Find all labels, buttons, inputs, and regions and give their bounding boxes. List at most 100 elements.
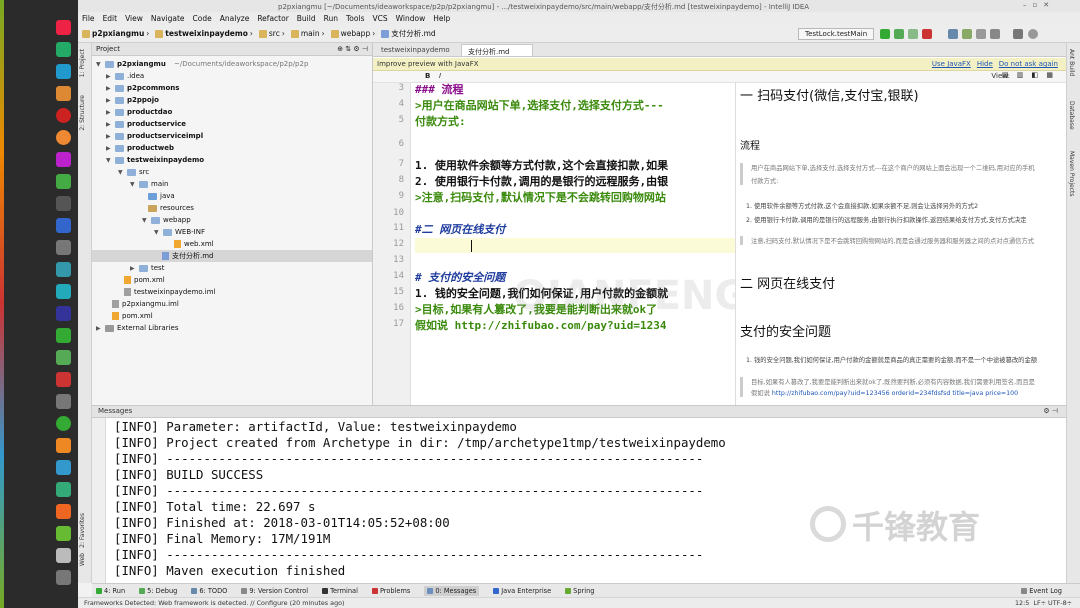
markdown-source[interactable]: ### 流程 >用户在商品网站下单,选择支付,选择支付方式--- 付款方式: 1… [415,83,735,405]
file-encoding[interactable]: LF÷ UTF-8÷ [1033,599,1072,607]
vcs-commit-icon[interactable] [962,29,972,39]
use-javafx-link[interactable]: Use JavaFX [932,60,971,68]
app-icon[interactable] [56,64,71,79]
tree-item[interactable]: resources [148,202,194,214]
expand-arrow-icon[interactable]: ▶ [130,265,136,272]
app-icon[interactable] [56,460,71,475]
menu-vcs[interactable]: VCS [372,14,387,23]
tab-zhifu-md[interactable]: 支付分析.md [461,44,533,56]
tree-item[interactable]: ▶ productserviceimpl [106,130,203,142]
app-icon[interactable] [56,482,71,497]
view-mode-icons[interactable]: ▤ ▥ ◧ ▦ [1002,71,1056,79]
expand-arrow-icon[interactable]: ▼ [130,181,136,188]
app-icon[interactable] [56,284,71,299]
app-icon[interactable] [56,262,71,277]
expand-arrow-icon[interactable]: ▶ [106,145,112,152]
history-icon[interactable] [976,29,986,39]
app-icon[interactable] [56,548,71,563]
app-icon[interactable] [56,130,71,145]
expand-arrow-icon[interactable]: ▶ [106,97,112,104]
menu-window[interactable]: Window [396,14,426,23]
caret-position[interactable]: 12:5 [1015,599,1029,607]
tool-tab-project[interactable]: 1: Project [79,49,86,77]
tool-messages[interactable]: 0: Messages [424,585,480,596]
app-icon[interactable] [56,152,71,167]
tree-item[interactable]: testweixinpaydemo.iml [124,286,215,298]
menu-run[interactable]: Run [324,14,338,23]
expand-arrow-icon[interactable]: ▼ [118,169,124,176]
tree-item[interactable]: pom.xml [124,274,165,286]
expand-arrow-icon[interactable]: ▶ [106,109,112,116]
expand-arrow-icon[interactable]: ▼ [142,217,148,224]
project-panel-title[interactable]: Project [96,45,120,53]
breadcrumb-item[interactable]: p2pxiangmu › [82,29,149,38]
trash-icon[interactable] [56,570,71,585]
tree-item[interactable]: p2pxiangmu.iml [112,298,179,310]
tree-item[interactable]: ▼ WEB-INF [154,226,205,238]
tool-debug[interactable]: 5: Debug [139,587,177,595]
app-icon[interactable] [56,20,71,35]
app-icon[interactable] [56,438,71,453]
expand-arrow-icon[interactable]: ▼ [96,61,102,68]
tree-item[interactable]: ▶ productweb [106,142,174,154]
app-icon[interactable] [56,86,71,101]
app-icon[interactable] [56,526,71,541]
expand-arrow-icon[interactable]: ▶ [106,73,112,80]
tool-tab-web[interactable]: Web [79,553,86,566]
tool-problems[interactable]: Problems [371,587,410,595]
app-icon[interactable] [56,416,71,431]
app-icon[interactable] [56,306,71,321]
breadcrumb-item[interactable]: src › [258,29,285,38]
app-icon[interactable] [56,218,71,233]
tree-item[interactable]: ▶ test [130,262,164,274]
text-editor-icon[interactable] [56,394,71,409]
tool-run[interactable]: 4: Run [96,587,125,595]
menu-refactor[interactable]: Refactor [257,14,288,23]
tool-terminal[interactable]: Terminal [322,587,358,595]
menu-build[interactable]: Build [297,14,316,23]
expand-arrow-icon[interactable]: ▶ [106,85,112,92]
revert-icon[interactable] [990,29,1000,39]
tree-item-selected[interactable]: 支付分析.md [92,250,372,262]
menu-analyze[interactable]: Analyze [220,14,250,23]
tree-item[interactable]: ▶ p2ppojo [106,94,159,106]
app-icon[interactable] [56,372,71,387]
preview-link[interactable]: http://zhifubao.com/pay?uid=123456 order… [772,390,1018,397]
run-config-select[interactable]: TestLock.testMain [798,28,875,40]
breadcrumb-item[interactable]: main › [290,29,325,38]
debug-icon[interactable] [894,29,904,39]
tree-item[interactable]: ▼ main [130,178,169,190]
tree-item[interactable]: ▶ .idea [106,70,144,82]
tree-item[interactable]: web.xml [174,238,214,250]
tree-item[interactable]: pom.xml [112,310,153,322]
breadcrumb-item[interactable]: webapp › [330,29,375,38]
tree-item[interactable]: ▶ productservice [106,118,186,130]
hide-link[interactable]: Hide [977,60,993,68]
italic-icon[interactable]: I [439,72,441,80]
menu-navigate[interactable]: Navigate [151,14,185,23]
tree-item[interactable]: ▼ webapp [142,214,191,226]
tree-item[interactable]: ▼ testweixinpaydemo [106,154,204,166]
search-icon[interactable] [1028,29,1038,39]
app-icon[interactable] [56,174,71,189]
tab-testweixinpaydemo[interactable]: testweixinpaydemo [375,44,459,56]
breadcrumb-item[interactable]: testweixinpaydemo › [155,29,253,38]
vcs-update-icon[interactable] [948,29,958,39]
tool-tab-database[interactable]: Database [1068,101,1075,130]
bold-icon[interactable]: B [425,72,430,80]
project-structure-icon[interactable] [1013,29,1023,39]
app-icon[interactable] [56,328,71,343]
menu-code[interactable]: Code [193,14,212,23]
tool-todo[interactable]: 6: TODO [191,587,227,595]
window-controls[interactable]: –▫✕ [1023,1,1055,9]
project-panel-tools[interactable]: ⊕ ⇅ ⚙ ⊣ [337,45,368,53]
expand-arrow-icon[interactable]: ▶ [96,325,102,332]
expand-arrow-icon[interactable]: ▶ [106,133,112,140]
menu-tools[interactable]: Tools [346,14,364,23]
tree-item[interactable]: ▶ productdao [106,106,172,118]
app-icon[interactable] [56,196,71,211]
tool-version-control[interactable]: 9: Version Control [241,587,308,595]
stop-icon[interactable] [922,29,932,39]
menu-help[interactable]: Help [433,14,450,23]
tree-item[interactable]: java [148,190,175,202]
